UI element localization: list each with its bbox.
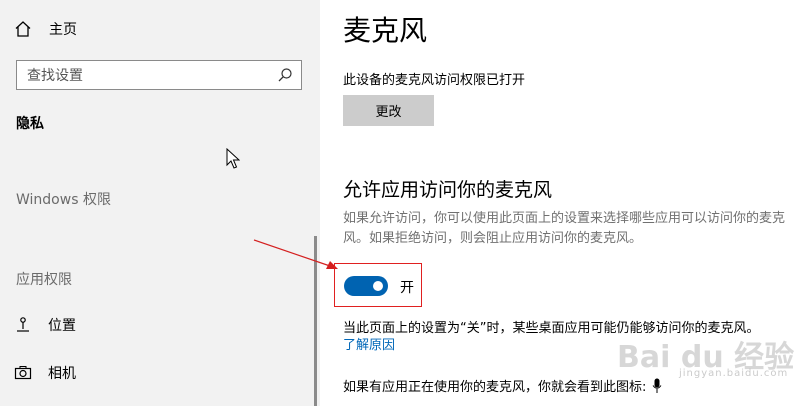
search-input[interactable]: 查找设置 [16, 60, 302, 90]
microphone-access-toggle[interactable] [344, 276, 388, 296]
in-use-row: 如果有应用正在使用你的麦克风，你就会看到此图标: [343, 376, 662, 395]
home-nav-item[interactable]: 主页 [14, 17, 77, 41]
app-permissions-label: 应用权限 [16, 272, 72, 288]
allow-apps-description: 如果允许访问，你可以使用此页面上的设置来选择哪些应用可以访问你的麦克风。如果拒绝… [343, 211, 786, 246]
device-access-status: 此设备的麦克风访问权限已打开 [343, 73, 526, 88]
sidebar: 主页 查找设置 隐私 Windows 权限 应用权限 位置 相机 [0, 0, 320, 406]
sidebar-item-camera[interactable]: 相机 [14, 361, 76, 385]
home-icon [15, 21, 31, 37]
camera-icon [14, 366, 32, 380]
windows-permissions-label: Windows 权限 [16, 192, 111, 208]
search-placeholder: 查找设置 [27, 68, 83, 84]
toggle-state-label: 开 [400, 280, 414, 296]
mouse-cursor-icon [226, 148, 240, 169]
change-button[interactable]: 更改 [343, 95, 434, 126]
location-icon [17, 317, 29, 332]
page-title: 麦克风 [343, 14, 428, 47]
current-section-title: 隐私 [16, 116, 44, 132]
home-label: 主页 [49, 22, 77, 38]
sidebar-item-label: 相机 [48, 366, 76, 382]
baidu-watermark: Bai du 经验 jingyan.baidu.com [617, 332, 797, 382]
sidebar-item-location[interactable]: 位置 [14, 313, 76, 337]
search-icon[interactable] [277, 67, 293, 83]
in-use-text: 如果有应用正在使用你的麦克风，你就会看到此图标: [343, 380, 647, 395]
allow-apps-heading: 允许应用访问你的麦克风 [343, 179, 553, 201]
sidebar-item-label: 位置 [48, 318, 76, 334]
watermark-url: jingyan.baidu.com [679, 368, 789, 379]
learn-why-link[interactable]: 了解原因 [343, 334, 395, 353]
toggle-knob [373, 281, 383, 291]
